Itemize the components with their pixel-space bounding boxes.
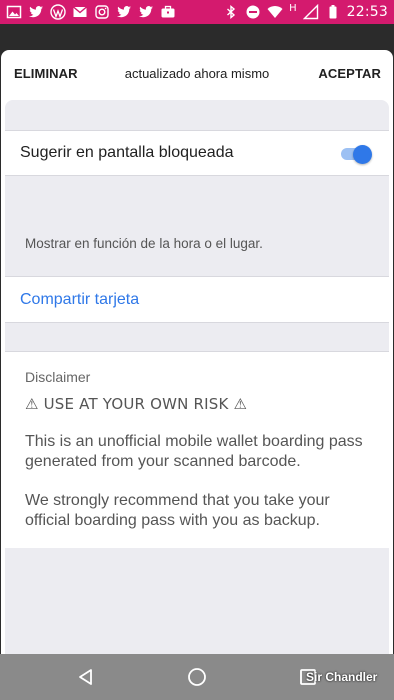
delete-button[interactable]: ELIMINAR bbox=[14, 66, 78, 81]
lock-screen-label: Sugerir en pantalla bloqueada bbox=[20, 144, 234, 161]
lock-screen-hint: Mostrar en función de la hora o el lugar… bbox=[25, 236, 263, 251]
wordpress-icon bbox=[50, 4, 66, 20]
settings-panel: Sugerir en pantalla bloqueada Mostrar en… bbox=[5, 100, 389, 654]
watermark-text: Sir Chandler bbox=[306, 670, 378, 684]
lock-screen-toggle[interactable] bbox=[341, 145, 372, 164]
do-not-disturb-icon bbox=[245, 4, 261, 20]
sheet-top-bar: actualizado ahora mismo ELIMINAR ACEPTAR bbox=[1, 50, 393, 98]
twitter-icon bbox=[116, 4, 132, 20]
status-bar-gap bbox=[0, 24, 394, 50]
disclaimer-paragraph: This is an unofficial mobile wallet boar… bbox=[25, 433, 363, 470]
gmail-icon bbox=[72, 4, 88, 20]
system-icons: H 22:53 bbox=[223, 2, 388, 22]
twitter-icon bbox=[28, 4, 44, 20]
bluetooth-icon bbox=[223, 4, 239, 20]
disclaimer-card: Disclaimer ⚠ USE AT YOUR OWN RISK ⚠ This… bbox=[5, 351, 389, 548]
bottom-sheet: actualizado ahora mismo ELIMINAR ACEPTAR… bbox=[1, 50, 393, 654]
battery-icon bbox=[325, 4, 341, 20]
instagram-icon bbox=[94, 4, 110, 20]
signal-icon bbox=[302, 4, 319, 20]
share-card-link[interactable]: Compartir tarjeta bbox=[20, 291, 139, 309]
disclaimer-title: Disclaimer bbox=[25, 369, 91, 385]
disclaimer-paragraph: We strongly recommend that you take your… bbox=[25, 492, 330, 529]
back-icon[interactable] bbox=[77, 668, 95, 686]
notification-icons bbox=[6, 2, 176, 22]
image-icon bbox=[6, 4, 22, 20]
wifi-icon bbox=[267, 4, 283, 20]
toggle-thumb bbox=[353, 145, 372, 164]
accept-button[interactable]: ACEPTAR bbox=[318, 66, 381, 81]
navigation-bar: Sir Chandler bbox=[0, 654, 394, 700]
status-bar: H 22:53 bbox=[0, 0, 394, 24]
risk-warning: ⚠ USE AT YOUR OWN RISK ⚠ bbox=[25, 395, 248, 413]
network-type-label: H bbox=[289, 2, 297, 14]
briefcase-icon bbox=[160, 4, 176, 20]
twitter-icon bbox=[138, 4, 154, 20]
clock: 22:53 bbox=[346, 4, 388, 20]
share-card-row[interactable]: Compartir tarjeta bbox=[5, 276, 389, 323]
home-icon[interactable] bbox=[187, 667, 207, 687]
lock-screen-row[interactable]: Sugerir en pantalla bloqueada bbox=[5, 130, 389, 176]
